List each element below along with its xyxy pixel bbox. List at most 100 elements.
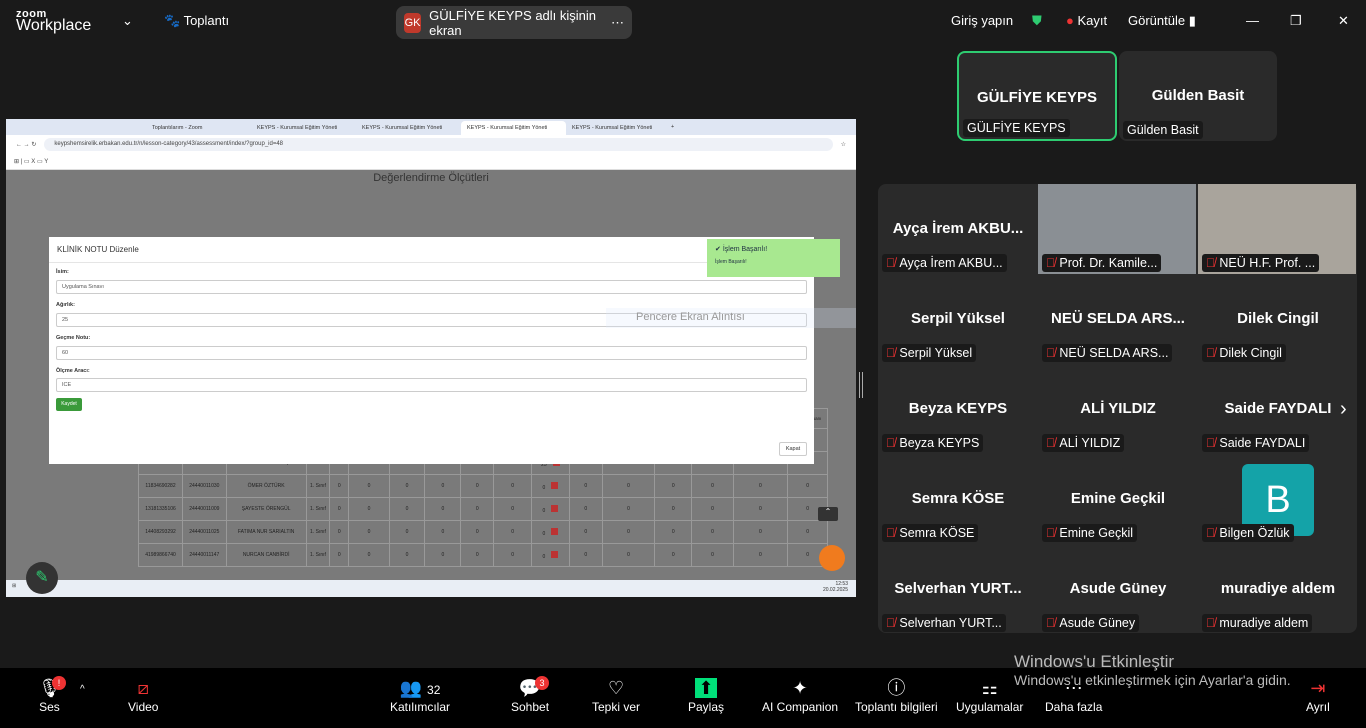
table-cell: ŞAYESTE ÖRENGÜL <box>225 497 307 521</box>
speaker-tile[interactable]: GÜLFİYE KEYPS GÜLFİYE KEYPS <box>957 51 1117 141</box>
tile-label: 🎙̸ Asude Güney <box>1042 614 1140 632</box>
page-title: Değerlendirme Ölçütleri <box>373 172 489 184</box>
chat-bubble-icon[interactable] <box>819 545 845 571</box>
shield-icon[interactable]: ⛊ <box>1032 13 1042 29</box>
close-button[interactable]: Kapat <box>779 442 807 456</box>
table-row: 13181335106 24440011009 ŞAYESTE ÖRENGÜL 1. … <box>137 497 828 521</box>
splitter-handle[interactable] <box>859 372 863 398</box>
view-label: Görüntüle <box>1128 13 1186 28</box>
tile-name: Dilek Cingil <box>1237 310 1319 327</box>
participant-tile[interactable]: Beyza KEYPS 🎙̸ Beyza KEYPS <box>878 364 1038 454</box>
cell-value: 0 <box>671 483 675 489</box>
participant-tile[interactable]: Saide FAYDALI 🎙̸ Saide FAYDALI <box>1198 364 1358 454</box>
table-cell: 0 <box>531 497 570 521</box>
url-input[interactable]: keypshemsirelik.erbakan.edu.tr/n/lesson-… <box>44 138 833 151</box>
cell-value: 0 <box>367 552 371 558</box>
table-cell: 0 <box>388 497 426 521</box>
nav-icons[interactable]: ← → ↻ <box>16 141 36 148</box>
participant-tile[interactable]: Selverhan YURT... 🎙̸ Selverhan YURT... <box>878 544 1038 634</box>
participant-tile[interactable]: 🎙̸ Prof. Dr. Kamile... <box>1038 184 1196 274</box>
muted-mic-icon: 🎙̸ <box>1046 616 1056 630</box>
react-button[interactable]: ♡ Tepki ver <box>592 676 640 714</box>
edit-k-button[interactable] <box>551 504 559 512</box>
snip-overlay: Pencere Ekran Alıntısı <box>606 308 856 328</box>
date: 20.02.2025 <box>822 587 848 593</box>
browser-tab[interactable]: KEYPS - Kurumsal Eğitim Yöneti <box>356 121 461 135</box>
tab-title: KEYPS - Kurumsal Eğitim Yöneti <box>257 125 338 131</box>
minimize-icon[interactable]: — <box>1246 13 1259 28</box>
more-button[interactable]: ⋯ Daha fazla <box>1045 676 1102 714</box>
new-tab-icon[interactable]: + <box>671 124 674 130</box>
participant-tile[interactable]: muradiye aldem 🎙̸ muradiye aldem <box>1198 544 1358 634</box>
save-button[interactable]: Kaydet <box>56 398 82 411</box>
record-indicator[interactable]: ● Kayıt <box>1066 13 1107 28</box>
participant-tile[interactable]: Semra KÖSE 🎙̸ Semra KÖSE <box>878 454 1038 544</box>
cell-value: 0 <box>511 552 514 558</box>
cell-value: 0 <box>337 506 341 512</box>
cell-value: 0 <box>584 552 588 558</box>
participant-tile[interactable]: Asude Güney 🎙̸ Asude Güney <box>1038 544 1198 634</box>
weight-label: Ağırlık: <box>56 302 75 308</box>
pass-input[interactable]: 60 <box>56 346 807 360</box>
tile-name: muradiye aldem <box>1220 580 1336 597</box>
cell-value: 0 <box>405 483 409 489</box>
leave-button[interactable]: ⇥ Ayrıl <box>1306 676 1330 714</box>
participant-tile[interactable]: B 🎙̸ Bilgen Özlük <box>1198 454 1358 544</box>
muted-mic-icon: 🎙̸ <box>1046 526 1056 540</box>
maximize-icon[interactable]: ❐ <box>1290 13 1302 29</box>
share-button[interactable]: ⬆ Paylaş <box>688 676 724 714</box>
audio-options-caret[interactable]: ^ <box>80 684 85 695</box>
edit-k-button[interactable] <box>551 527 559 535</box>
next-page-icon[interactable]: › <box>1340 398 1347 421</box>
tool-select[interactable]: ICE <box>56 378 807 392</box>
browser-tab[interactable]: Toplantılarım - Zoom <box>146 121 251 135</box>
screen-share-indicator[interactable]: GK GÜLFİYE KEYPS adlı kişinin ekran ⋯ <box>396 6 632 39</box>
sign-in-link[interactable]: Giriş yapın <box>951 13 1013 28</box>
browser-tab[interactable]: KEYPS - Kurumsal Eğitim Yöneti <box>251 121 356 135</box>
chevron-down-icon[interactable]: ⌄ <box>122 13 133 29</box>
participant-tile[interactable]: Ayça İrem AKBU... 🎙̸ Ayça İrem AKBU... <box>878 184 1038 274</box>
name-input[interactable]: Uygulama Sınavı <box>56 280 807 294</box>
table-row: 11834690282 24440011030 ÖMER ÖZTÜRK 1. Sını… <box>137 474 828 498</box>
audio-button[interactable]: 🎙 Ses! <box>38 676 66 714</box>
edit-k-button[interactable] <box>551 550 559 558</box>
leave-icon: ⇥ <box>1310 678 1326 698</box>
view-button[interactable]: Görüntüle ▮ <box>1128 13 1196 29</box>
meeting-toolbar: 🎙 Ses! ^ ⧄ Video 👥 32 Katılımcılar 💬 Sohbet 3… <box>0 668 1366 728</box>
table-cell: 0 <box>424 520 462 544</box>
participant-tile[interactable]: NEÜ SELDA ARS... 🎙̸ NEÜ SELDA ARS... <box>1038 274 1198 364</box>
edit-k-button[interactable] <box>551 481 559 489</box>
participant-tile[interactable]: Dilek Cingil 🎙̸ Dilek Cingil <box>1198 274 1358 364</box>
cell-value: 14408293292 <box>145 529 176 535</box>
participant-tile[interactable]: 🎙̸ NEÜ H.F. Prof. ... <box>1198 184 1356 274</box>
cell-value: 0 <box>367 506 371 512</box>
cell-value: 0 <box>627 552 630 558</box>
modal-title: KLİNİK NOTU Düzenle <box>49 237 814 263</box>
cell-value: 13181335106 <box>145 506 176 512</box>
browser-tab-active[interactable]: KEYPS - Kurumsal Eğitim Yöneti <box>461 121 566 135</box>
participant-tile[interactable]: Serpil Yüksel 🎙̸ Serpil Yüksel <box>878 274 1038 364</box>
browser-tab[interactable]: KEYPS - Kurumsal Eğitim Yöneti <box>566 121 671 135</box>
bookmark[interactable]: Y <box>44 159 48 165</box>
annotate-pencil-icon[interactable]: ✎ <box>26 562 58 594</box>
star-icon[interactable]: ☆ <box>841 141 846 148</box>
participant-name: NEÜ H.F. Prof. ... <box>1219 256 1316 270</box>
more-icon[interactable]: ⋯ <box>611 15 624 31</box>
bookmark[interactable]: X <box>31 159 35 165</box>
participant-tile[interactable]: Emine Geçkil 🎙̸ Emine Geçkil <box>1038 454 1198 544</box>
scroll-top-button[interactable]: ⌃ <box>818 507 838 521</box>
apps-button[interactable]: ⚏ Uygulamalar <box>956 676 1023 714</box>
ai-companion-button[interactable]: ✦ AI Companion <box>762 676 838 714</box>
participant-tile[interactable]: ALİ YILDIZ 🎙̸ ALİ YILDIZ <box>1038 364 1198 454</box>
meeting-info-button[interactable]: ⓘ Toplantı bilgileri <box>855 676 938 714</box>
windows-icon[interactable]: ⊞ <box>12 583 16 589</box>
table-cell: 0 <box>424 543 462 567</box>
video-button[interactable]: ⧄ Video <box>128 676 158 714</box>
table-cell: NURCAN CANBİRDİ <box>225 543 307 567</box>
participants-button[interactable]: 👥 32 Katılımcılar <box>390 676 450 714</box>
speaker-tile[interactable]: Gülden Basit Gülden Basit <box>1119 51 1277 141</box>
meeting-menu[interactable]: 🐾 Toplantı <box>164 13 229 29</box>
cell-value: 0 <box>542 553 546 560</box>
chat-button[interactable]: 💬 Sohbet 3 <box>511 676 549 714</box>
close-icon[interactable]: ✕ <box>1338 13 1349 29</box>
